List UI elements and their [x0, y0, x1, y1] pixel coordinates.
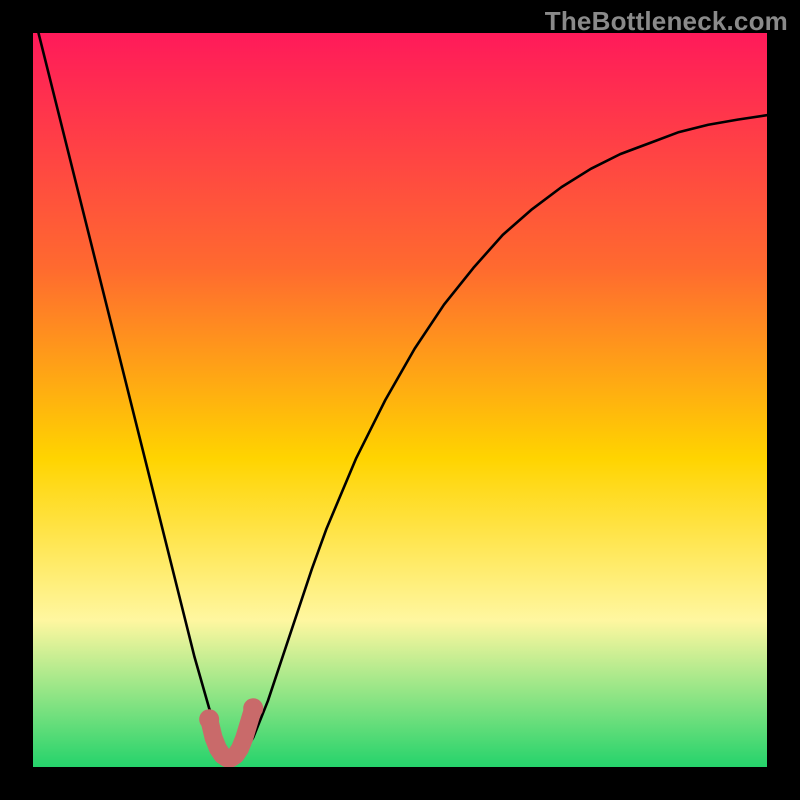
- chart-canvas: [33, 33, 767, 767]
- marker-endpoint: [199, 709, 219, 729]
- watermark-text: TheBottleneck.com: [545, 6, 788, 37]
- gradient-background: [33, 33, 767, 767]
- marker-endpoint: [243, 698, 263, 718]
- chart-frame: TheBottleneck.com: [0, 0, 800, 800]
